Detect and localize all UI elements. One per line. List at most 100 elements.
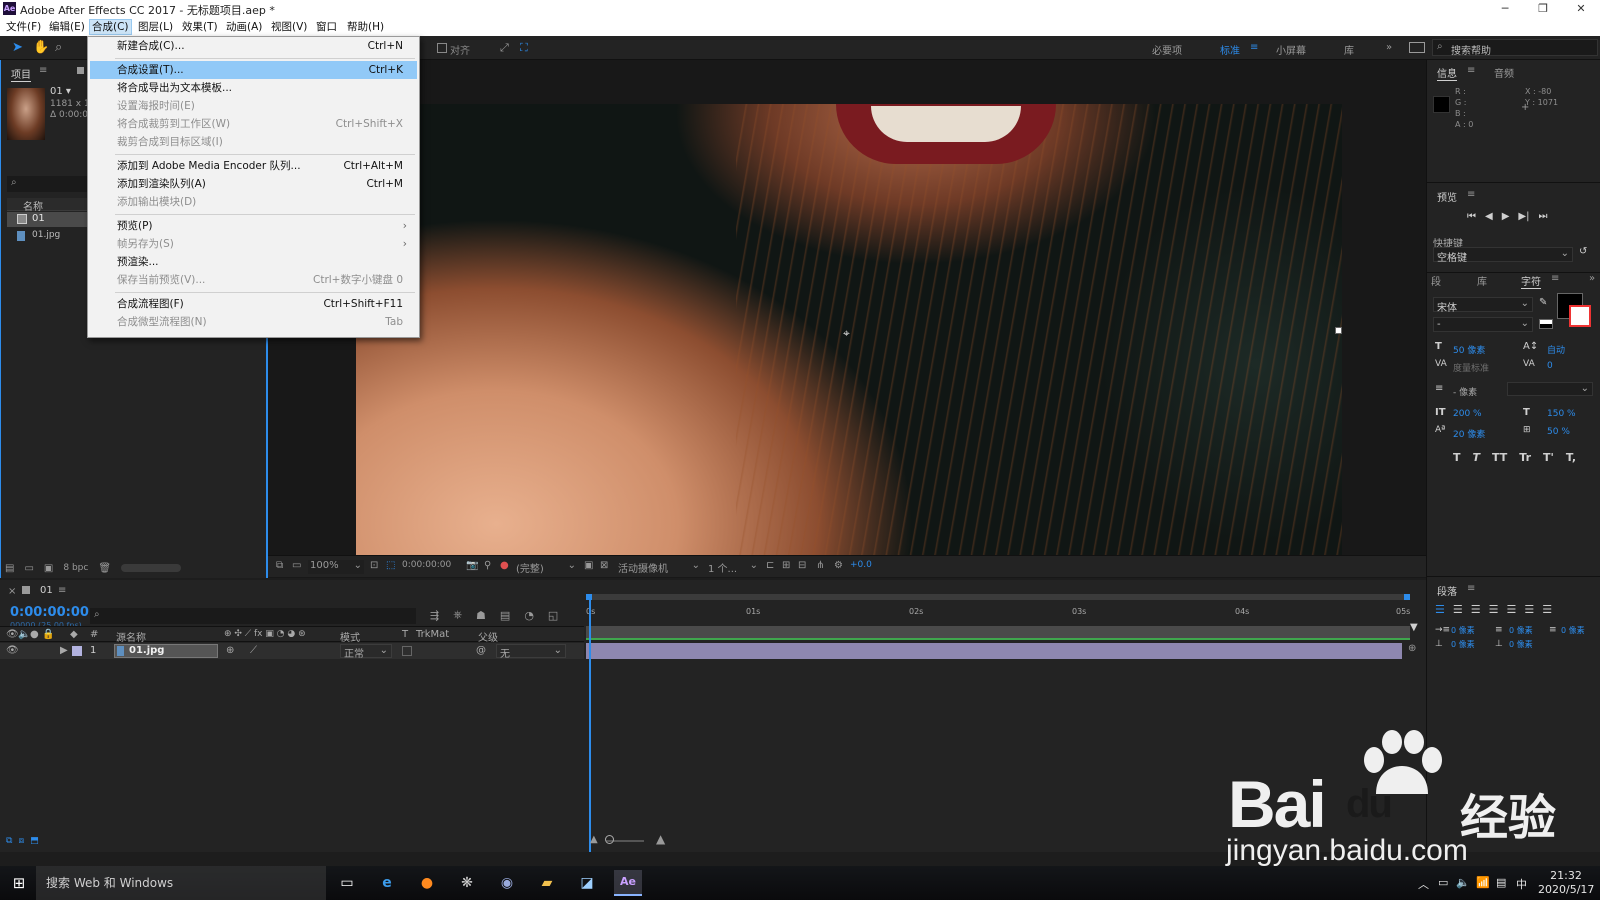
layer-visibility-icon[interactable]: 👁: [6, 645, 19, 656]
layer-duration-bar[interactable]: [586, 643, 1402, 659]
align-center-icon[interactable]: ☰: [1453, 603, 1463, 616]
layer-name-cell[interactable]: 01.jpg: [114, 644, 218, 658]
show-snapshot-icon[interactable]: ⚲: [484, 560, 491, 571]
flowchart-icon[interactable]: ⋔: [816, 560, 824, 571]
video-visibility-icon[interactable]: 👁: [6, 629, 19, 640]
always-preview-icon[interactable]: ⧉: [276, 560, 283, 571]
current-time[interactable]: 0:00:00:00: [402, 560, 451, 570]
parent-header[interactable]: 父级: [478, 629, 498, 644]
menu-effect[interactable]: 效果(T): [180, 20, 220, 34]
new-folder-icon[interactable]: ▭: [24, 563, 33, 574]
workspace-standard[interactable]: 标准: [1220, 42, 1240, 57]
first-frame-icon[interactable]: ⏮: [1467, 211, 1476, 222]
preserve-transparency-header[interactable]: T: [402, 629, 408, 640]
timeline-zoom-handle[interactable]: [605, 835, 614, 844]
frame-blending-icon[interactable]: ▤: [500, 609, 510, 622]
time-ruler[interactable]: 0s 01s 02s 03s 04s 05s: [586, 594, 1410, 626]
mode-header[interactable]: 模式: [340, 629, 360, 644]
exposure-value[interactable]: +0.0: [850, 560, 872, 570]
workspace-menu-icon[interactable]: ≡: [1250, 42, 1258, 53]
menu-item-new-composition[interactable]: 新建合成(C)... Ctrl+N: [90, 37, 417, 55]
space-after-value[interactable]: 0 像素: [1509, 639, 1533, 650]
camera-select[interactable]: 活动摄像机 ⌄: [618, 560, 702, 575]
timeline-current-time[interactable]: 0:00:00:00: [10, 605, 89, 620]
toggle-pixel-aspect-icon[interactable]: ⊏: [766, 560, 774, 571]
project-item[interactable]: 01: [7, 212, 87, 227]
character-menu-icon[interactable]: ≡: [1551, 273, 1559, 284]
firefox-icon[interactable]: ●: [416, 873, 438, 893]
panel-close-icon[interactable]: [77, 67, 84, 74]
menu-animation[interactable]: 动画(A): [224, 20, 264, 34]
justify-right-icon[interactable]: ☰: [1524, 603, 1534, 616]
fast-preview-icon[interactable]: ⊞: [782, 560, 790, 571]
faux-italic-button[interactable]: T: [1473, 451, 1481, 464]
snap-icon[interactable]: ⤢: [500, 41, 509, 55]
small-caps-button[interactable]: Tr: [1519, 451, 1531, 464]
paragraph-short-tab[interactable]: 段: [1431, 273, 1441, 288]
align-left-icon[interactable]: ☰: [1435, 603, 1445, 616]
menu-item-preview[interactable]: 预览(P) ›: [90, 217, 417, 235]
preserve-transparency-checkbox[interactable]: [402, 646, 412, 656]
menu-layer[interactable]: 图层(L): [136, 20, 175, 34]
toggle-modes-icon[interactable]: ⧈: [18, 836, 24, 846]
menu-help[interactable]: 帮助(H): [345, 20, 386, 34]
reset-exposure-icon[interactable]: ⚙: [834, 560, 843, 571]
leading-value[interactable]: 自动: [1547, 343, 1565, 356]
volume-icon[interactable]: 🔈: [1456, 876, 1470, 889]
align-checkbox[interactable]: [437, 43, 447, 53]
project-search-input[interactable]: ⌕: [7, 176, 87, 192]
toggle-switches-icon[interactable]: ⧉: [6, 836, 12, 846]
timeline-comp-tab[interactable]: 01: [40, 585, 53, 596]
name-column-header[interactable]: 名称: [23, 198, 43, 213]
project-item[interactable]: 01.jpg: [7, 229, 87, 244]
baseline-shift-value[interactable]: 20 像素: [1453, 427, 1485, 440]
font-family-select[interactable]: 宋体 ⌄: [1433, 297, 1533, 314]
file-explorer-icon[interactable]: ▰: [536, 873, 558, 893]
menu-item-mini-flowchart[interactable]: 合成微型流程图(N) Tab: [90, 313, 417, 331]
stroke-color-swatch[interactable]: [1569, 305, 1591, 327]
stroke-width-value[interactable]: - 像素: [1453, 385, 1477, 398]
paragraph-menu-icon[interactable]: ≡: [1467, 583, 1475, 594]
motion-blur-icon[interactable]: ◔: [524, 609, 534, 622]
audio-icon[interactable]: 🔈: [18, 629, 30, 640]
last-frame-icon[interactable]: ⏭: [1538, 211, 1547, 222]
quality-icon[interactable]: ⟋: [250, 645, 257, 656]
source-name-header[interactable]: 源名称: [116, 629, 146, 644]
tsume-value[interactable]: 50 %: [1547, 427, 1570, 437]
close-button[interactable]: ✕: [1562, 0, 1600, 18]
draft-3d-icon[interactable]: ⎈: [453, 608, 462, 622]
project-menu-icon[interactable]: ≡: [39, 65, 47, 76]
safe-zones-icon[interactable]: ⊡: [370, 560, 378, 571]
shy-layers-icon[interactable]: ☗: [476, 609, 486, 622]
menu-item-add-to-render-queue[interactable]: 添加到渲染队列(A) Ctrl+M: [90, 175, 417, 193]
collapse-transform-icon[interactable]: ⊕: [226, 645, 234, 656]
shortcut-select[interactable]: 空格键 ⌄: [1433, 247, 1573, 264]
workspace-essentials[interactable]: 必要项: [1152, 42, 1182, 57]
workspace-libraries[interactable]: 库: [1344, 42, 1354, 57]
work-area-bar[interactable]: [586, 594, 1410, 600]
show-hidden-icons[interactable]: ︿: [1418, 876, 1429, 892]
libraries-tab[interactable]: 库: [1477, 273, 1487, 288]
network-icon[interactable]: 📶: [1476, 876, 1490, 889]
transparency-grid-icon[interactable]: ⊠: [600, 560, 608, 571]
menu-item-composition-settings[interactable]: 合成设置(T)... Ctrl+K: [90, 61, 417, 79]
hand-tool-icon[interactable]: ✋: [33, 40, 49, 55]
menu-composition[interactable]: 合成(C): [89, 19, 132, 35]
audio-tab[interactable]: 音频: [1494, 65, 1514, 80]
justify-all-icon[interactable]: ☰: [1542, 603, 1552, 616]
task-view-icon[interactable]: ▭: [336, 873, 358, 893]
superscript-button[interactable]: T': [1543, 451, 1554, 464]
timeline-toggle-icon[interactable]: ⊟: [798, 560, 806, 571]
space-before-value[interactable]: 0 像素: [1451, 639, 1475, 650]
menu-view[interactable]: 视图(V): [269, 20, 309, 34]
help-search-input[interactable]: ⌕ 搜索帮助: [1432, 39, 1598, 57]
indent-left-value[interactable]: 0 像素: [1451, 625, 1475, 636]
layer-row[interactable]: 👁 ▶ 1 01.jpg ⊕ ⟋ 正常 ⌄ @ 无 ⌄: [0, 643, 584, 660]
selection-tool-icon[interactable]: ➤: [12, 40, 23, 55]
trkmat-header[interactable]: TrkMat: [416, 629, 449, 640]
color-channel-icon[interactable]: ●: [500, 560, 509, 571]
maximize-button[interactable]: ❐: [1524, 0, 1562, 18]
anchor-point-icon[interactable]: ⌖: [843, 326, 857, 340]
project-scrollbar[interactable]: [121, 564, 182, 572]
zoom-in-icon[interactable]: ▲: [656, 832, 665, 846]
